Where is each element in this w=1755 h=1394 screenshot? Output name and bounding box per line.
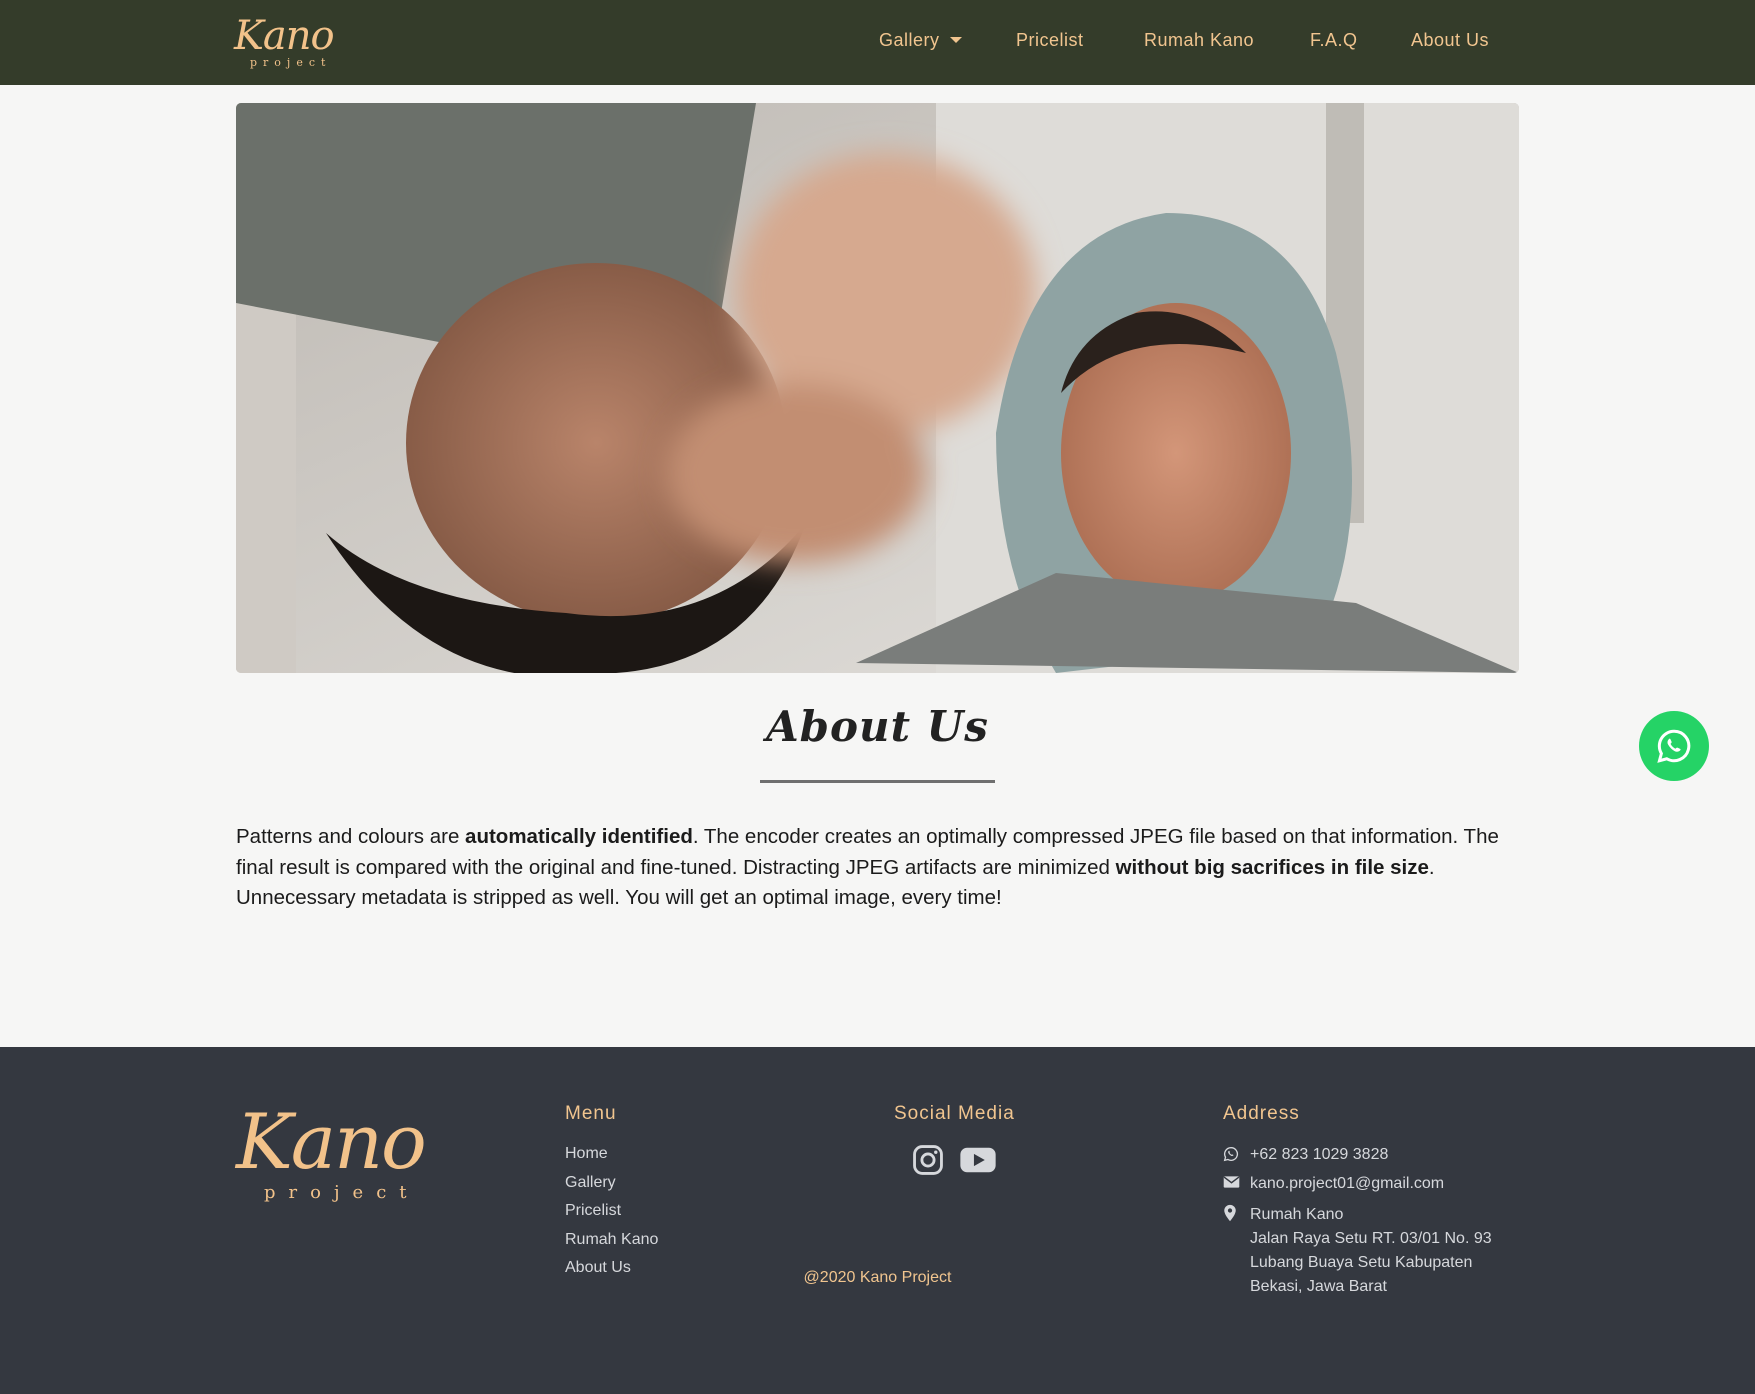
nav-pricelist[interactable]: Pricelist <box>1016 30 1084 51</box>
footer-link-gallery[interactable]: Gallery <box>565 1174 658 1203</box>
nav-gallery-label: Gallery <box>879 30 940 50</box>
whatsapp-float-button[interactable] <box>1639 711 1709 781</box>
brand-logo-script: Kano <box>234 13 335 59</box>
footer-menu-list: Home Gallery Pricelist Rumah Kano About … <box>565 1145 658 1288</box>
about-text-emphasis: automatically identified <box>465 825 693 848</box>
footer-link-home[interactable]: Home <box>565 1145 658 1174</box>
whatsapp-icon <box>1223 1146 1239 1167</box>
contact-phone-text: +62 823 1029 3828 <box>1250 1146 1389 1163</box>
copyright: @2020 Kano Project <box>803 1269 952 1286</box>
footer: Kano project Menu Home Gallery Pricelist… <box>0 1047 1755 1394</box>
contact-email: kano.project01@gmail.com <box>1223 1174 1523 1193</box>
address-line: Jalan Raya Setu RT. 03/01 No. 93 <box>1250 1230 1492 1247</box>
map-pin-icon <box>1223 1204 1237 1227</box>
whatsapp-icon <box>1657 729 1691 763</box>
brand-logo[interactable]: Kano project <box>234 14 350 72</box>
footer-menu-heading: Menu <box>565 1103 617 1124</box>
about-title: About Us <box>766 702 989 751</box>
footer-logo: Kano project <box>236 1097 446 1204</box>
footer-logo-sub: project <box>264 1182 420 1203</box>
nav-rumah-kano[interactable]: Rumah Kano <box>1144 30 1254 51</box>
nav-faq[interactable]: F.A.Q <box>1310 30 1358 51</box>
youtube-icon[interactable] <box>959 1143 997 1182</box>
hero-photo <box>236 103 1519 673</box>
about-text-part: Patterns and colours are <box>236 825 466 848</box>
nav-about-us[interactable]: About Us <box>1411 30 1489 51</box>
title-divider <box>760 780 995 783</box>
nav-gallery-dropdown[interactable]: Gallery <box>879 30 962 51</box>
footer-logo-script: Kano <box>236 1097 427 1186</box>
address-line: Rumah Kano <box>1250 1206 1344 1223</box>
caret-down-icon <box>949 37 962 43</box>
contact-email-text: kano.project01@gmail.com <box>1250 1175 1445 1192</box>
footer-social-heading: Social Media <box>894 1103 1015 1124</box>
footer-link-pricelist[interactable]: Pricelist <box>565 1202 658 1231</box>
contact-phone: +62 823 1029 3828 <box>1223 1145 1523 1164</box>
brand-logo-sub: project <box>250 56 332 69</box>
footer-link-rumah-kano[interactable]: Rumah Kano <box>565 1231 658 1260</box>
footer-address-heading: Address <box>1223 1103 1300 1124</box>
about-paragraph: Patterns and colours are automatically i… <box>236 822 1526 914</box>
about-text-emphasis: without big sacrifices in file size <box>1115 855 1429 879</box>
social-icons <box>911 1143 997 1182</box>
instagram-icon[interactable] <box>911 1143 945 1182</box>
envelope-icon <box>1223 1175 1240 1194</box>
navbar: Kano project Gallery Pricelist Rumah Kan… <box>0 0 1755 85</box>
